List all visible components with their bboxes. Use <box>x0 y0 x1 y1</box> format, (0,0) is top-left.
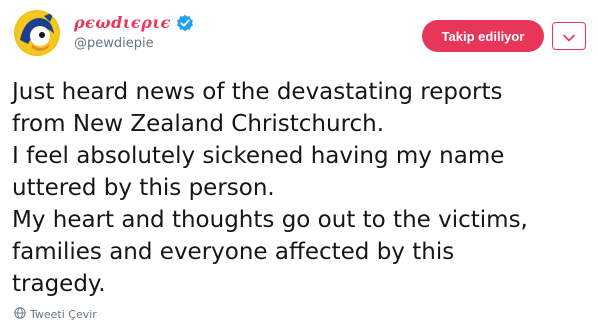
tweet-line: My heart and thoughts go out to the vict… <box>12 207 528 233</box>
translate-tweet-link[interactable]: Tweeti Çevir <box>14 307 97 322</box>
verified-badge-icon <box>176 14 194 32</box>
avatar[interactable] <box>14 10 60 56</box>
tweet-line: I feel absolutely sickened having my nam… <box>12 143 505 169</box>
tweet-line: from New Zealand Christchurch. <box>12 111 385 137</box>
following-button[interactable]: Takip ediliyor <box>422 20 544 52</box>
translate-label: Tweeti Çevir <box>30 308 97 321</box>
tweet-text: Just heard news of the devastating repor… <box>12 76 592 300</box>
user-handle[interactable]: @pewdiepie <box>74 36 154 52</box>
tweet-line: uttered by this person. <box>12 175 275 201</box>
display-name[interactable]: ρєωdιєριє <box>74 13 171 33</box>
more-options-button[interactable] <box>552 22 586 50</box>
tweet-line: tragedy. <box>12 271 106 297</box>
globe-icon <box>14 307 26 322</box>
chevron-down-icon <box>563 27 575 46</box>
tweet-line: families and everyone affected by this <box>12 239 455 265</box>
tweet-line: Just heard news of the devastating repor… <box>12 79 503 105</box>
